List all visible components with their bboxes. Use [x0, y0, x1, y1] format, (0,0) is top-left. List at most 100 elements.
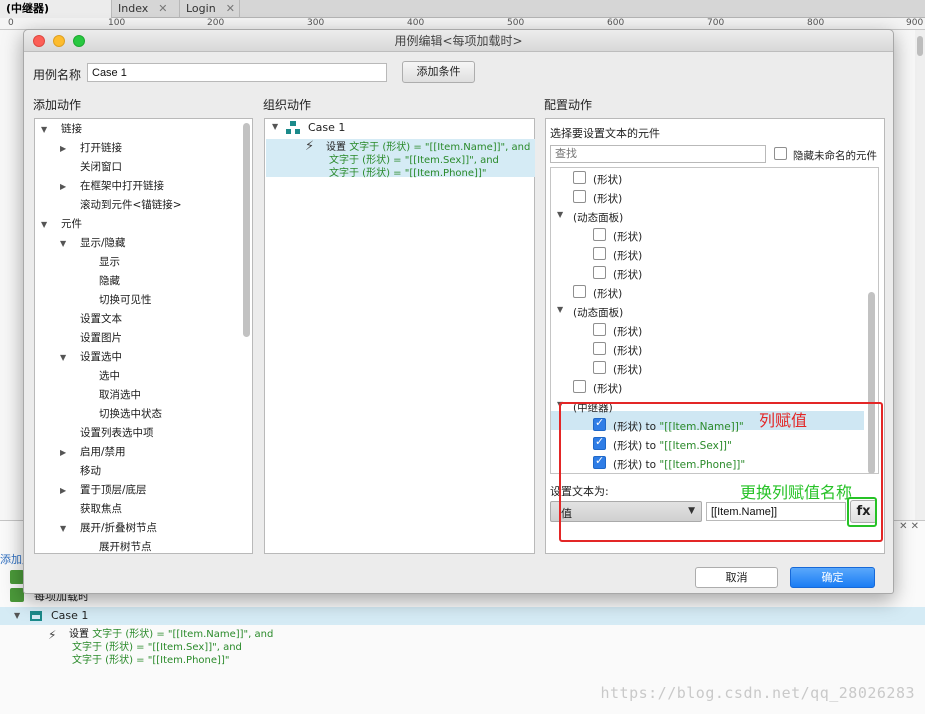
tab-index[interactable]: Index ✕ [112, 0, 180, 18]
action-tree-item[interactable]: 设置列表选中项 [60, 424, 154, 443]
action-tree-item[interactable]: 设置图片 [60, 329, 122, 348]
tab-bar: (中继器)(Index)✕ Index ✕ Login ✕ [0, 0, 925, 33]
cancel-button[interactable]: 取消 [695, 567, 778, 588]
hide-unnamed-checkbox[interactable] [774, 147, 787, 160]
close-icon[interactable]: ✕ [226, 2, 235, 15]
chevron-down-icon[interactable]: ▼ [60, 348, 80, 367]
widget-checkbox[interactable] [573, 171, 586, 184]
action-tree-item[interactable]: 选中 [79, 367, 120, 386]
annotation-green-box [847, 497, 877, 527]
widget-name: (形状) [593, 174, 623, 186]
case-name-label: 用例名称 [33, 68, 82, 82]
chevron-right-icon[interactable]: ▶ [60, 139, 80, 158]
action-line: 文字于 (形状) = "[[Item.Name]]", and [92, 629, 274, 640]
close-icon[interactable]: ✕ [158, 2, 167, 15]
widget-checkbox[interactable] [593, 266, 606, 279]
widget-checkbox[interactable] [593, 228, 606, 241]
add-action-scrollbar[interactable] [243, 123, 250, 337]
tab-login[interactable]: Login ✕ [180, 0, 240, 18]
widget-checkbox[interactable] [593, 247, 606, 260]
action-tree-item[interactable]: 隐藏 [79, 272, 120, 291]
lightning-icon: ⚡ [305, 139, 315, 154]
widget-name: (形状) [613, 326, 643, 338]
action-tree-label: 显示 [99, 256, 120, 268]
add-action-title: 添加动作 [33, 98, 82, 112]
chevron-down-icon[interactable]: ▼ [41, 215, 61, 234]
action-tree-item[interactable]: ▼ 展开/折叠树节点 [60, 519, 157, 538]
canvas-scrollbar[interactable] [915, 30, 925, 520]
action-tree-label: 设置文本 [80, 313, 122, 325]
action-tree-item[interactable]: 滚动到元件<锚链接> [60, 196, 182, 215]
chevron-down-icon[interactable]: ▼ [557, 305, 563, 314]
case-row[interactable]: ▼ Case 1 [0, 607, 925, 625]
action-tree-label: 置于顶层/底层 [80, 484, 147, 496]
widget-name: (形状) [613, 250, 643, 262]
action-tree-item[interactable]: ▼ 设置选中 [60, 348, 122, 367]
widget-search-input[interactable] [550, 145, 766, 163]
action-tree-label: 移动 [80, 465, 101, 477]
chevron-down-icon[interactable]: ▼ [272, 122, 278, 131]
action-tree-item[interactable]: ▼ 元件 [41, 215, 82, 234]
widget-checkbox[interactable] [593, 342, 606, 355]
ok-button[interactable]: 确定 [790, 567, 875, 588]
widget-group-label[interactable]: (动态面板) [573, 210, 623, 225]
chevron-down-icon[interactable]: ▼ [60, 519, 80, 538]
chevron-down-icon[interactable]: ▼ [557, 210, 563, 219]
widget-label: (形状) [593, 172, 622, 187]
action-tree-label: 滚动到元件<锚链接> [80, 199, 182, 211]
case-label[interactable]: Case 1 [308, 121, 345, 134]
widget-group-label[interactable]: (动态面板) [573, 305, 623, 320]
action-prefix: 设置 [69, 629, 89, 640]
chevron-down-icon[interactable]: ▼ [41, 120, 61, 139]
action-tree-item[interactable]: 移动 [60, 462, 101, 481]
case-icon [30, 611, 42, 621]
action-tree-label: 隐藏 [99, 275, 120, 287]
widget-checkbox[interactable] [593, 323, 606, 336]
chevron-down-icon[interactable]: ▼ [14, 607, 20, 625]
action-tree-item[interactable]: 获取焦点 [60, 500, 122, 519]
dialog-titlebar: 用例编辑<每项加载时> [24, 30, 893, 52]
zoom-window-button[interactable] [73, 35, 85, 47]
action-tree-label: 显示/隐藏 [80, 237, 126, 249]
widget-name: (形状) [613, 364, 643, 376]
action-tree-item[interactable]: ▶ 启用/禁用 [60, 443, 126, 462]
action-tree-item[interactable]: 设置文本 [60, 310, 122, 329]
widget-label: (形状) [613, 343, 642, 358]
panel-controls-icon[interactable]: ✕ ✕ [899, 521, 919, 532]
close-window-button[interactable] [33, 35, 45, 47]
widget-checkbox[interactable] [573, 285, 586, 298]
widget-label: (形状) [613, 248, 642, 263]
widget-label: (形状) [613, 267, 642, 282]
ruler-tick: 900 [906, 18, 924, 28]
ruler-tick: 0 [8, 18, 14, 28]
action-tree-item[interactable]: 显示 [79, 253, 120, 272]
chevron-right-icon[interactable]: ▶ [60, 443, 80, 462]
widget-name: (形状) [613, 269, 643, 281]
action-tree-item[interactable]: 关闭窗口 [60, 158, 122, 177]
action-tree-item[interactable]: 切换选中状态 [79, 405, 162, 424]
action-tree-item[interactable]: ▶ 置于顶层/底层 [60, 481, 147, 500]
action-tree-item[interactable]: 展开树节点 [79, 538, 152, 553]
action-tree-item[interactable]: ▶ 打开链接 [60, 139, 122, 158]
chevron-right-icon[interactable]: ▶ [60, 177, 80, 196]
chevron-right-icon[interactable]: ▶ [60, 481, 80, 500]
minimize-window-button[interactable] [53, 35, 65, 47]
action-tree-item[interactable]: ▼ 链接 [41, 120, 82, 139]
action-tree-item[interactable]: 切换可见性 [79, 291, 152, 310]
ruler-tick: 800 [807, 18, 825, 28]
add-condition-button[interactable]: 添加条件 [402, 61, 475, 83]
widget-checkbox[interactable] [573, 380, 586, 393]
action-tree-label: 启用/禁用 [80, 446, 126, 458]
tab-repeater-index[interactable]: (中继器)(Index)✕ [0, 0, 112, 33]
watermark: https://blog.csdn.net/qq_28026283 [600, 684, 915, 702]
action-tree-item[interactable]: 取消选中 [79, 386, 141, 405]
action-prefix: 设置 [326, 142, 346, 153]
action-tree-item[interactable]: ▶ 在框架中打开链接 [60, 177, 164, 196]
widget-checkbox[interactable] [573, 190, 586, 203]
widget-name: (形状) [593, 288, 623, 300]
chevron-down-icon[interactable]: ▼ [60, 234, 80, 253]
action-tree-item[interactable]: ▼ 显示/隐藏 [60, 234, 126, 253]
case-name-input[interactable] [87, 63, 387, 82]
action-item-set-text[interactable]: ⚡ 设置 文字于 (形状) = "[[Item.Name]]", and 文字于… [266, 139, 535, 179]
widget-checkbox[interactable] [593, 361, 606, 374]
